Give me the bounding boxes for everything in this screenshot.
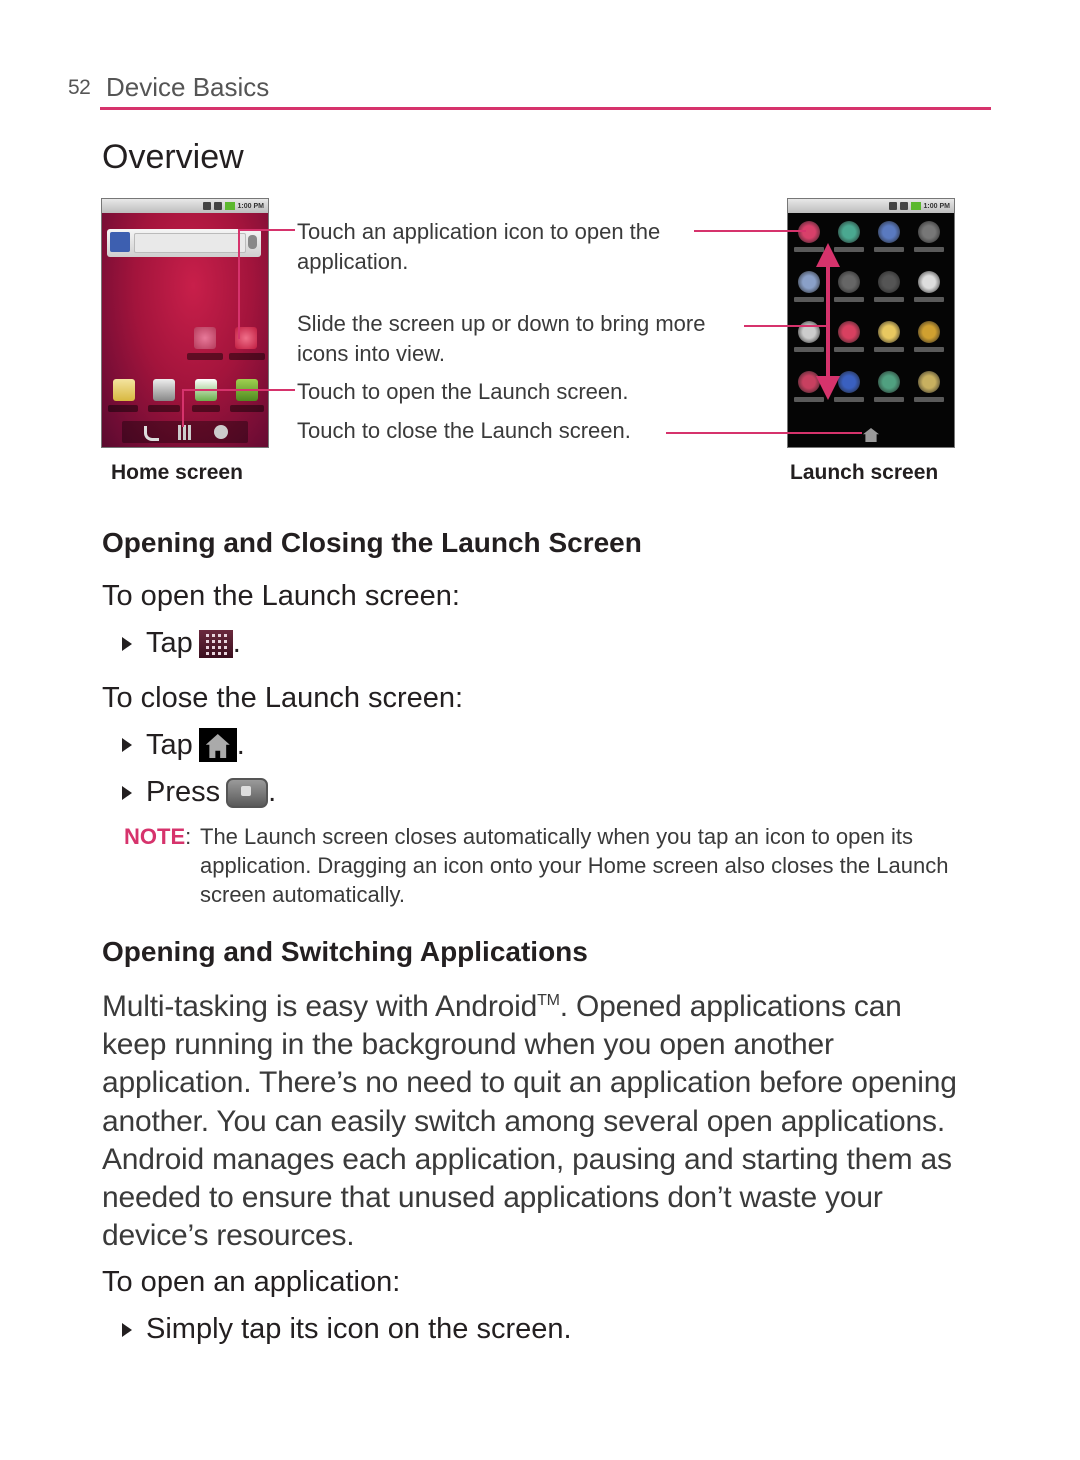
app-label (874, 247, 904, 252)
app-icon (798, 271, 820, 293)
callout-line (238, 229, 240, 339)
app-label (108, 405, 138, 412)
callout-close-launch: Touch to close the Launch screen. (297, 418, 631, 443)
open-launch-heading: To open the Launch screen: (102, 580, 460, 612)
app-label (874, 347, 904, 352)
callout-line (666, 432, 862, 434)
phone-icon (144, 426, 159, 441)
launch-screen-caption: Launch screen (790, 461, 939, 484)
callout-line (182, 389, 184, 427)
app-icon (918, 371, 940, 393)
app-label (874, 297, 904, 302)
launcher-grid-icon (198, 629, 233, 658)
app-label (229, 353, 265, 360)
app-label (148, 405, 180, 412)
clock: 1:00 PM (237, 202, 264, 210)
bullet-icon (122, 1322, 132, 1337)
home-key-icon (226, 777, 269, 808)
open-app-heading: To open an application: (102, 1266, 401, 1298)
app-icon (918, 221, 940, 243)
app-icon (838, 371, 860, 393)
status-bar: 1:00 PM (102, 199, 268, 213)
section-title: Device Basics (106, 72, 270, 102)
status-bar: 1:00 PM (788, 199, 954, 213)
app-icon (878, 371, 900, 393)
app-label (914, 247, 944, 252)
scroll-arrow (826, 258, 830, 378)
step-tap-launcher: Tap . (122, 627, 241, 660)
app-icon (918, 321, 940, 343)
switching-paragraph: Multi-tasking is easy with AndroidTM. Op… (102, 990, 957, 1253)
app-icon (918, 271, 940, 293)
step-tap-home: Tap . (122, 728, 245, 762)
arrow-down-icon (816, 376, 840, 400)
app-icon (838, 321, 860, 343)
app-label (834, 297, 864, 302)
app-label (187, 353, 223, 360)
network-icon (899, 202, 908, 210)
mic-icon (248, 235, 257, 249)
network-icon (213, 202, 222, 210)
home-icon (198, 728, 237, 762)
browser-icon (214, 425, 228, 439)
bullet-icon (122, 785, 132, 800)
app-icon (878, 271, 900, 293)
app-icon (798, 221, 820, 243)
app-icon (878, 221, 900, 243)
app-label (914, 347, 944, 352)
app-label (794, 297, 824, 302)
callout-line (238, 229, 295, 231)
note-text: The Launch screen closes automatically w… (200, 824, 949, 907)
home-icon (863, 428, 879, 442)
app-label (914, 297, 944, 302)
close-launch-heading: To close the Launch screen: (102, 682, 464, 714)
note-label: NOTE (124, 824, 186, 849)
app-label (794, 347, 824, 352)
section-heading-switching: Opening and Switching Applications (102, 936, 588, 967)
page-number: 52 (68, 76, 91, 99)
callout-line (744, 325, 828, 327)
app-icon (878, 321, 900, 343)
home-screen-screenshot: 1:00 PM (101, 198, 269, 448)
callout-open-app: Touch an application icon to open the ap… (297, 219, 661, 274)
signal-icon (888, 202, 897, 210)
bullet-icon (122, 636, 132, 651)
search-field (134, 233, 246, 253)
note: NOTE: The Launch screen closes automatic… (124, 822, 964, 907)
callout-slide: Slide the screen up or down to bring mor… (297, 311, 706, 366)
battery-icon (224, 202, 235, 210)
email-app-icon (113, 379, 135, 401)
google-icon (110, 232, 130, 252)
signal-icon (202, 202, 211, 210)
section-heading-launch: Opening and Closing the Launch Screen (102, 527, 642, 558)
header-divider (100, 107, 991, 110)
callout-open-launch: Touch to open the Launch screen. (297, 379, 629, 404)
app-icon (838, 221, 860, 243)
arrow-up-icon (816, 243, 840, 267)
dock (122, 421, 248, 443)
app-label (874, 397, 904, 402)
bullet-icon (122, 738, 132, 752)
battery-icon (910, 202, 921, 210)
home-screen-caption: Home screen (111, 461, 243, 484)
step-tap-icon: Simply tap its icon on the screen. (122, 1313, 572, 1346)
app-icon (194, 327, 216, 349)
app-label (192, 405, 220, 412)
app-label (834, 347, 864, 352)
app-icon (838, 271, 860, 293)
app-label (914, 397, 944, 402)
launch-screen-screenshot: 1:00 PM (787, 198, 955, 448)
step-press-home-key: Press . (122, 776, 276, 809)
page-title: Overview (102, 138, 244, 176)
contacts-app-icon (153, 379, 175, 401)
app-label (230, 405, 264, 412)
callout-line (694, 230, 806, 232)
callout-line (182, 389, 295, 391)
clock: 1:00 PM (923, 202, 950, 210)
launcher-icon (178, 425, 192, 440)
